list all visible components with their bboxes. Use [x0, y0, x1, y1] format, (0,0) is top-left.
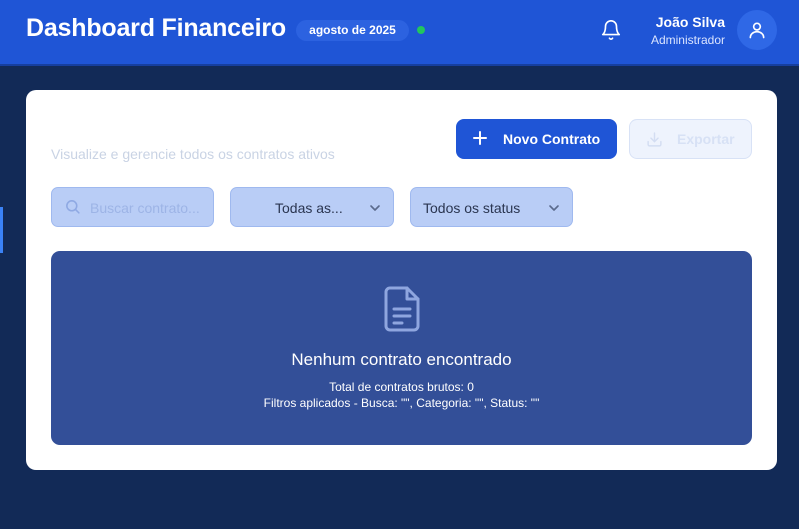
document-icon: [384, 286, 420, 332]
empty-state-title: Nenhum contrato encontrado: [291, 350, 512, 369]
app-title: Dashboard Financeiro: [26, 14, 286, 42]
status-select-value: Todos os status: [423, 200, 521, 216]
chevron-down-icon: [549, 205, 559, 211]
applied-filters-text: Filtros aplicados - Busca: "", Categoria…: [263, 396, 540, 410]
period-badge[interactable]: agosto de 2025: [296, 20, 409, 41]
top-header: Dashboard Financeiro agosto de 2025 João…: [0, 0, 799, 66]
new-contract-label: Novo Contrato: [503, 131, 601, 147]
user-role: Administrador: [650, 33, 725, 47]
download-icon: [647, 132, 662, 147]
raw-contract-count: Total de contratos brutos: 0: [329, 380, 474, 394]
user-name: João Silva: [655, 14, 725, 30]
search-icon: [66, 200, 80, 214]
user-icon: [749, 22, 765, 39]
new-contract-button[interactable]: Novo Contrato: [456, 119, 617, 159]
export-button[interactable]: Exportar: [629, 119, 752, 159]
page-subtitle: Visualize e gerencie todos os contratos …: [51, 146, 335, 162]
sidebar-active-indicator: [0, 207, 3, 253]
category-select-value: Todas as...: [275, 200, 343, 216]
chevron-down-icon: [370, 205, 380, 211]
category-select[interactable]: Todas as...: [230, 187, 394, 227]
contracts-card: Visualize e gerencie todos os contratos …: [26, 90, 777, 470]
export-label: Exportar: [677, 131, 735, 147]
user-avatar-button[interactable]: [737, 10, 777, 50]
status-select[interactable]: Todos os status: [410, 187, 573, 227]
online-status-dot: [417, 26, 425, 34]
empty-state-panel: Nenhum contrato encontrado Total de cont…: [51, 251, 752, 445]
bell-icon[interactable]: [600, 19, 622, 41]
search-input[interactable]: [90, 197, 208, 219]
plus-icon: [473, 131, 487, 145]
search-field[interactable]: [51, 187, 214, 227]
